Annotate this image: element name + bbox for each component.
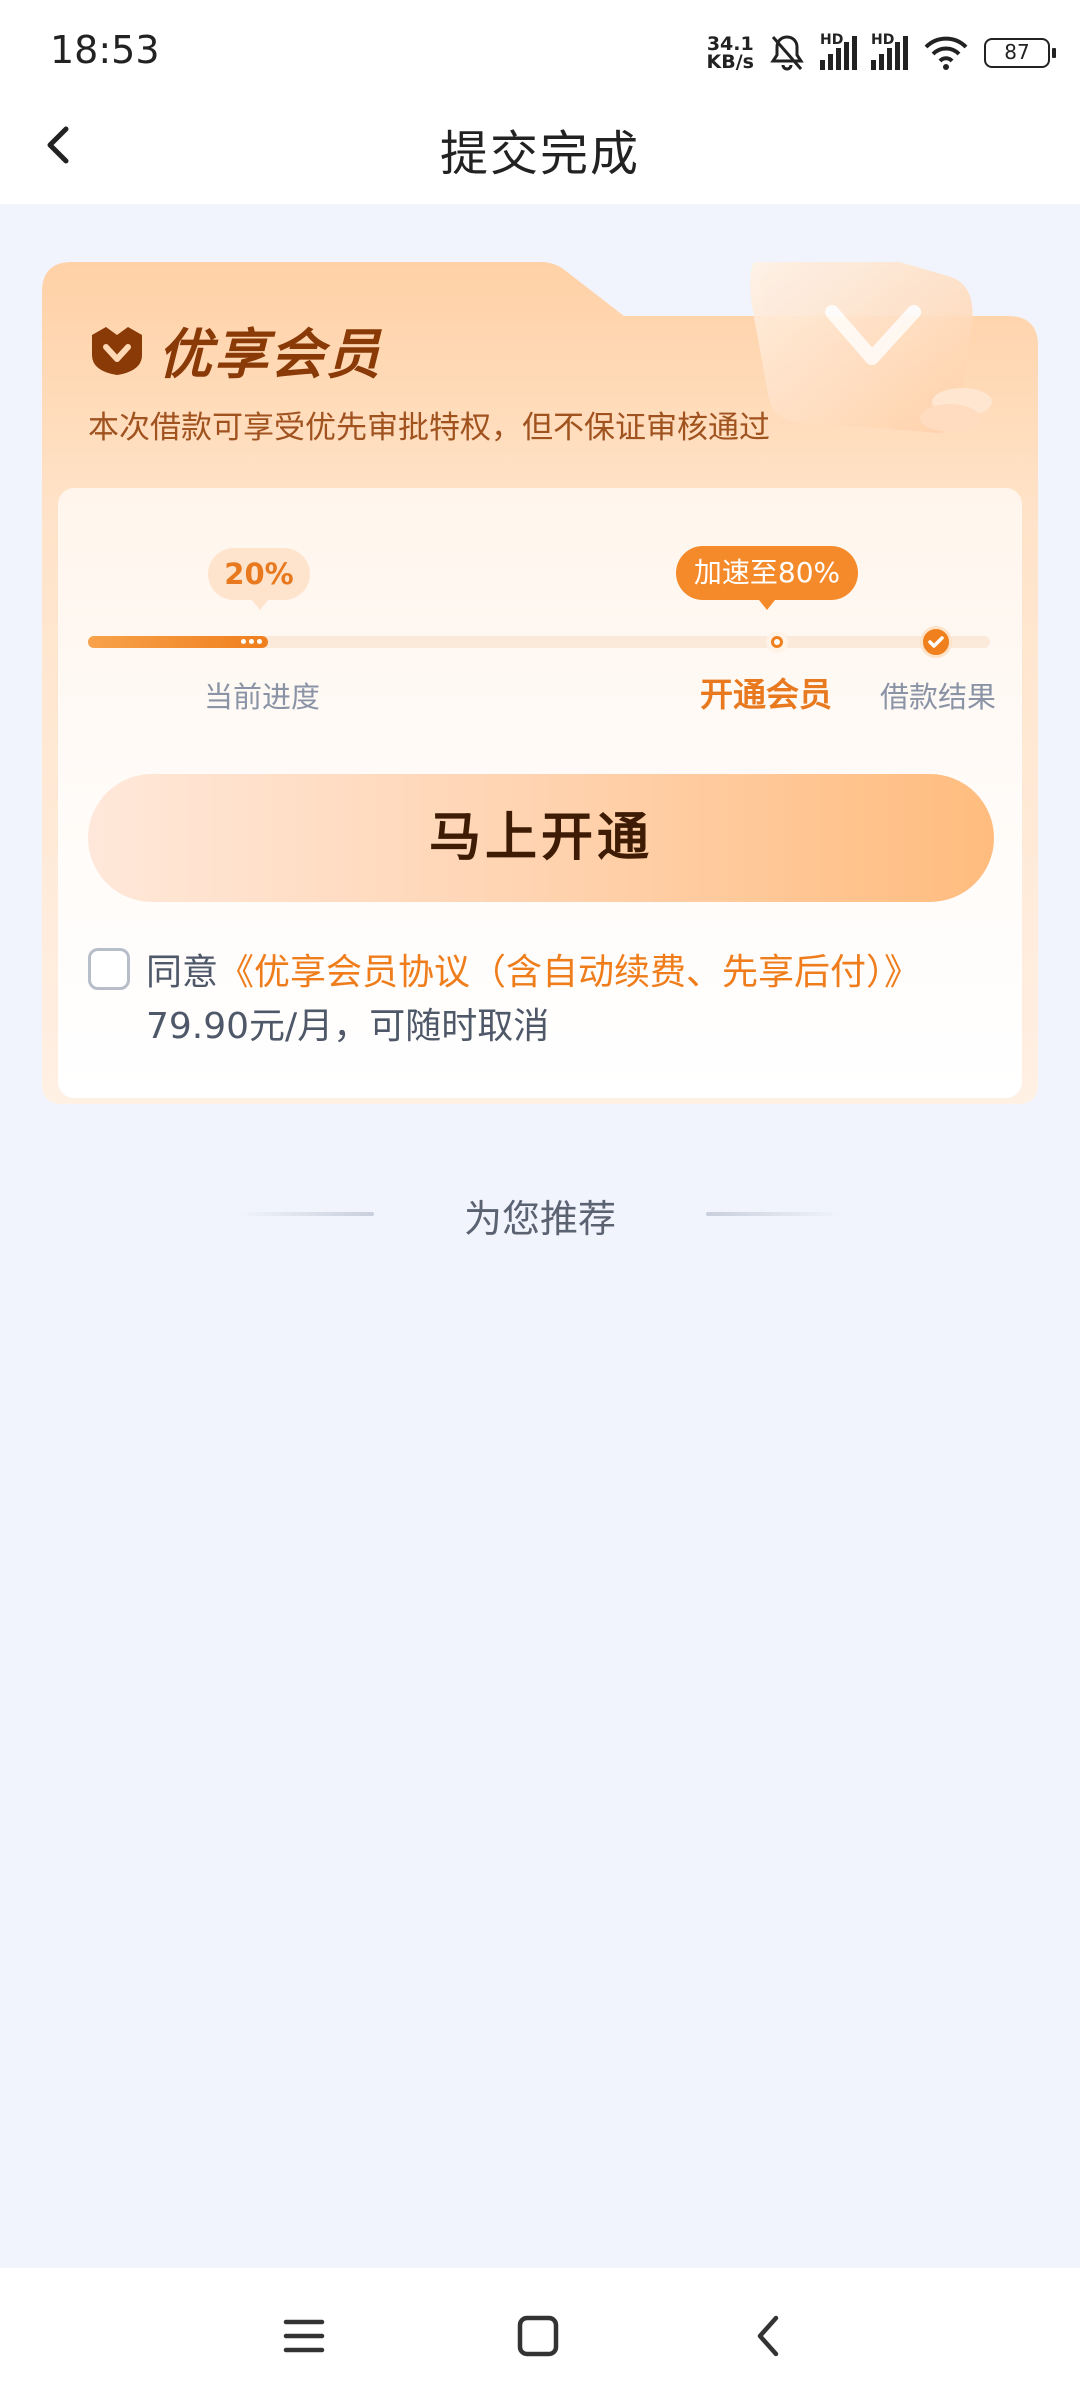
step-label-current: 当前进度 <box>204 680 321 714</box>
agreement-link[interactable]: 《优享会员协议（含自动续费、先享后付）》 <box>218 952 920 993</box>
network-speed: 34.1 KB/s <box>706 35 754 73</box>
speedup-badge: 加速至80% <box>676 546 858 610</box>
current-progress-badge: 20% <box>208 548 310 610</box>
step-label-open-member: 开通会员 <box>700 675 832 714</box>
progress-node-member <box>766 631 788 653</box>
back-icon[interactable] <box>740 2306 800 2366</box>
mute-bell-icon <box>770 35 804 71</box>
vip-title-text: 优享会员 <box>158 323 382 386</box>
check-icon <box>928 636 944 648</box>
open-now-button[interactable]: 马上开通 <box>88 774 994 902</box>
shield-decoration-icon <box>750 262 992 433</box>
signal-1-icon: HD <box>820 32 857 70</box>
progress-panel: 20% 加速至80% 当前进度 开通会员 借款结果 马上开通 同意《优享会员协议… <box>58 488 1022 1098</box>
menu-icon[interactable] <box>274 2306 334 2366</box>
agreement-text: 同意《优享会员协议（含自动续费、先享后付）》 79.90元/月，可随时取消 <box>146 946 926 1054</box>
progress-track <box>88 636 990 648</box>
system-nav-bar <box>0 2268 1080 2400</box>
divider-right <box>706 1212 842 1216</box>
crown-shield-icon <box>92 326 142 375</box>
recommend-section-header: 为您推荐 <box>0 1186 1080 1246</box>
signal-2-icon: HD <box>871 32 908 70</box>
signal-2-label: HD <box>871 32 895 48</box>
recommend-title: 为您推荐 <box>463 1197 616 1241</box>
home-icon[interactable] <box>508 2306 568 2366</box>
step-label-loan-result: 借款结果 <box>880 680 997 714</box>
status-time: 18:53 <box>50 28 160 72</box>
net-speed-unit: KB/s <box>706 51 754 73</box>
vip-subtitle: 本次借款可享受优先审批特权，但不保证审核通过 <box>88 410 770 446</box>
agree-prefix: 同意 <box>146 952 219 993</box>
wifi-icon <box>924 36 968 70</box>
signal-1-label: HD <box>820 32 844 48</box>
progress-fill <box>88 636 269 648</box>
agree-suffix: 79.90元/月，可随时取消 <box>146 1006 550 1047</box>
progress-node-result <box>920 626 952 658</box>
agree-checkbox[interactable] <box>88 948 130 990</box>
vip-card: 优享会员 本次借款可享受优先审批特权，但不保证审核通过 20% 加速至80% 当… <box>42 262 1038 1104</box>
battery-icon: 87 <box>984 38 1056 68</box>
app-header: 提交完成 <box>0 100 1080 204</box>
status-bar: 18:53 34.1 KB/s HD HD 87 <box>0 0 1080 100</box>
status-icons: 34.1 KB/s HD HD 87 <box>706 28 1056 78</box>
page-title: 提交完成 <box>439 126 640 182</box>
vip-title: 优享会员 <box>88 310 382 389</box>
